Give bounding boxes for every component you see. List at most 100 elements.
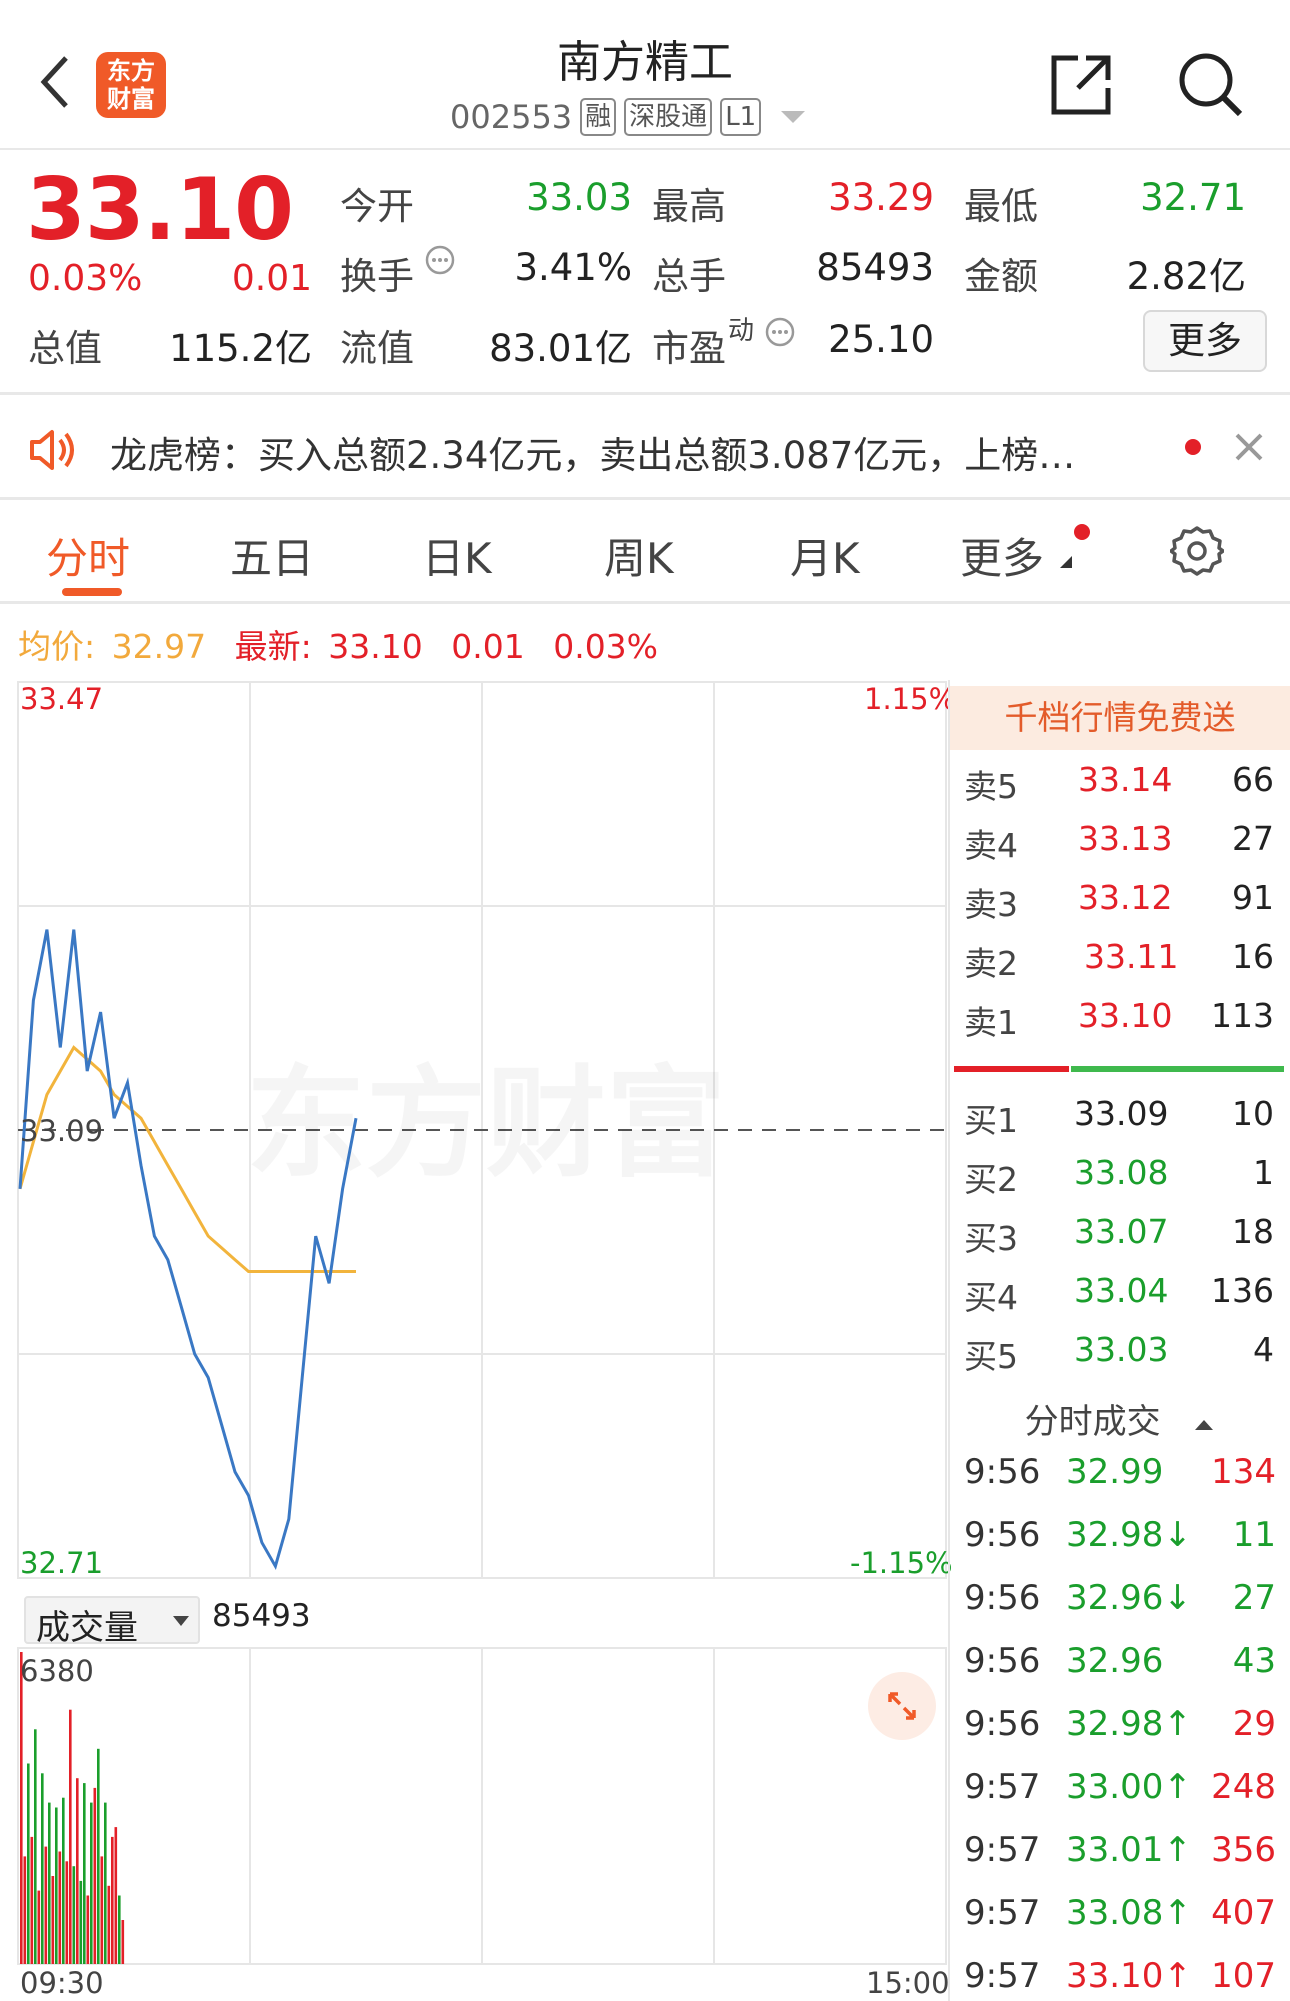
trade-time: 9:57 [964,1893,1041,1933]
expand-chart-button[interactable] [868,1672,936,1740]
trades-header[interactable]: 分时成交 [950,1394,1290,1443]
bid-label: 买1 [964,1101,1018,1140]
bid-row[interactable]: 买1 33.09 10 [960,1094,1280,1152]
trade-time: 9:57 [964,1830,1041,1870]
trade-price: 33.10↑ [1066,1956,1192,1996]
tag-level: L1 [720,98,762,136]
more-quote-button[interactable]: 更多 [1143,310,1267,372]
volume-bar [79,1880,83,1964]
volume-chart[interactable] [0,1644,950,1974]
mktcap-value: 115.2亿 [169,327,312,370]
watermark: 东方财富 [246,1055,726,1194]
trade-price: 32.98↑ [1066,1704,1192,1744]
ask-label: 卖5 [964,767,1018,806]
bid-row[interactable]: 买3 33.07 18 [960,1212,1280,1270]
tab-weekly-k[interactable]: 周K [604,525,674,586]
bid-row[interactable]: 买2 33.08 1 [960,1153,1280,1211]
trade-time: 9:56 [964,1452,1041,1492]
volume-total: 85493 [212,1598,311,1634]
volume-bar [121,1920,125,1964]
volume-bar [30,1836,34,1964]
volume-bar [111,1836,114,1964]
orderbook-divider [948,680,950,2001]
volume-indicator-selector[interactable]: 成交量 [24,1596,200,1648]
gear-icon [1169,526,1225,576]
bid-row[interactable]: 买5 33.03 4 [960,1330,1280,1388]
y-axis-bottom-pct: -1.15% [850,1546,953,1580]
ask-row[interactable]: 卖3 33.12 91 [960,878,1280,936]
volume-bar [118,1895,121,1964]
volume-bar [86,1895,90,1964]
y-axis-top-pct: 1.15% [864,682,957,716]
tab-more[interactable]: 更多 [960,525,1044,586]
volume-bar [93,1787,97,1964]
float-label: 流值 [340,327,414,370]
notice-close-button[interactable] [1232,430,1266,468]
volume-bar [27,1763,30,1964]
volume-bar [41,1773,44,1964]
ask-row[interactable]: 卖5 33.14 66 [960,760,1280,818]
bid-volume: 18 [1232,1212,1274,1251]
tab-daily-k[interactable]: 日K [422,525,492,586]
change-amount: 0.01 [231,258,312,299]
trade-time: 9:57 [964,1956,1041,1996]
ask-volume: 27 [1232,819,1274,858]
volume-bar [48,1802,51,1964]
volume-bar [97,1748,100,1964]
ask-row[interactable]: 卖2 33.11 16 [960,937,1280,995]
pe-info-icon[interactable] [764,316,796,352]
ask-price: 33.10 [1078,996,1173,1035]
level2-promo-banner[interactable]: 千档行情免费送 [950,686,1290,750]
volume-bar [58,1851,62,1964]
bid-row[interactable]: 买4 33.04 136 [960,1271,1280,1329]
mktcap-label: 总值 [28,327,102,370]
volume-bar [100,1856,104,1964]
bid-volume: 4 [1253,1330,1274,1369]
ask-volume: 91 [1232,878,1274,917]
caret-up-icon [1195,1420,1214,1430]
share-button[interactable] [1048,52,1114,122]
ask-row[interactable]: 卖4 33.13 27 [960,819,1280,877]
turnover-info-icon[interactable] [424,244,456,280]
speaker-icon [26,426,80,478]
pe-label: 市盈 [652,327,726,370]
caret-down-icon[interactable] [779,107,807,127]
volume-bar [44,1846,48,1964]
share-icon [1051,55,1111,115]
volume-max-label: 6380 [20,1654,94,1688]
trade-time: 9:56 [964,1704,1041,1744]
change-percent: 0.03% [28,258,143,299]
ask-row[interactable]: 卖1 33.10 113 [960,996,1280,1054]
bid-price: 33.07 [1074,1212,1169,1251]
trade-price: 32.96 [1066,1641,1164,1681]
turnover-value: 3.41% [514,246,632,289]
trade-price: 32.98↓ [1066,1515,1192,1555]
volume-grid [17,1647,947,1965]
ask-label: 卖4 [964,826,1018,865]
volume-bar [76,1778,79,1964]
trade-volume: 356 [1211,1830,1276,1870]
tab-monthly-k[interactable]: 月K [790,525,860,586]
open-value: 33.03 [526,176,632,219]
search-button[interactable] [1176,50,1246,124]
chart-settings-button[interactable] [1169,524,1225,582]
open-label: 今开 [340,185,414,228]
float-value: 83.01亿 [489,327,632,370]
bid-volume: 1 [1253,1153,1274,1192]
current-price: 33.10 [26,160,294,260]
ask-label: 卖1 [964,1003,1018,1042]
ask-label: 卖2 [964,944,1018,983]
high-label: 最高 [652,185,726,228]
tab-intraday[interactable]: 分时 [46,525,130,586]
intraday-price-chart[interactable]: 东方财富 [0,660,950,1590]
trade-time: 9:57 [964,1767,1041,1807]
amount-value: 2.82亿 [1126,255,1246,298]
tab-five-day[interactable]: 五日 [230,525,314,586]
pe-value: 25.10 [828,318,934,361]
dragon-tiger-notice[interactable]: 龙虎榜：买入总额2.34亿元，卖出总额3.087亿元，上榜… [110,425,1075,479]
x-axis-start: 09:30 [20,1966,104,2000]
ask-price: 33.14 [1078,760,1173,799]
ask-price: 33.11 [1084,937,1179,976]
close-icon [1235,433,1263,461]
volume-bar [23,1856,27,1964]
